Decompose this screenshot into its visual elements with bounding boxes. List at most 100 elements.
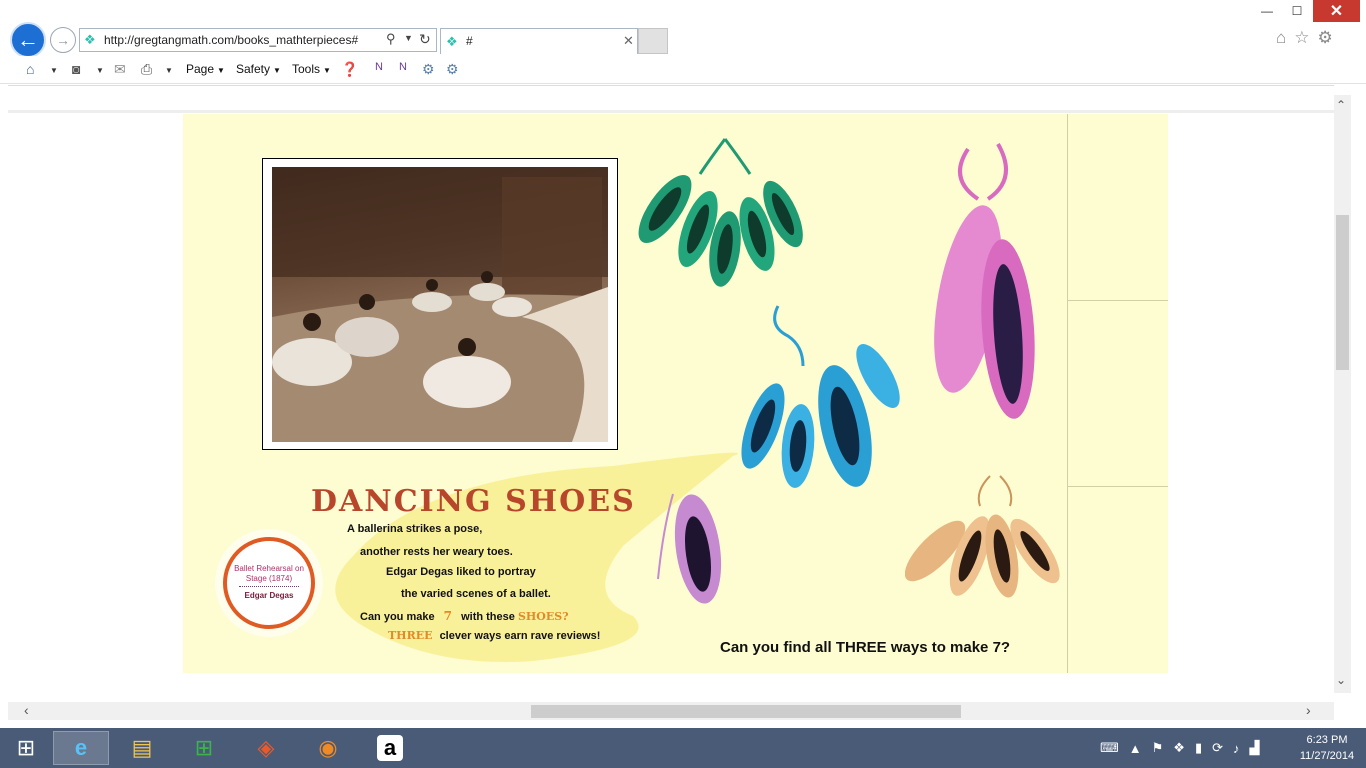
title-bar: — ☐ ✕ ← → ❖ http://gregtangmath.com/book… <box>0 0 1366 58</box>
help-icon[interactable]: ❓ <box>341 61 358 78</box>
scroll-left-icon[interactable]: ‹ <box>24 702 29 718</box>
windows-logo-icon: ⊞ <box>16 735 36 760</box>
home-icon[interactable]: ⌂ <box>26 61 34 77</box>
dropdown-icon[interactable]: ▼ <box>404 33 413 43</box>
signal-icon[interactable]: ▟ <box>1250 740 1260 756</box>
pink-shoes-illustration <box>934 143 1035 419</box>
badge-divider <box>239 586 299 587</box>
site-favicon-icon: ❖ <box>84 32 96 47</box>
page-viewport: DANCING SHOES A ballerina strikes a pose… <box>8 85 1334 702</box>
vertical-scrollbar[interactable] <box>1334 95 1351 693</box>
scroll-down-icon[interactable]: ⌄ <box>1336 673 1346 687</box>
home-icon[interactable]: ⌂ <box>1276 28 1286 48</box>
poem-shoes-word: SHOES? <box>517 610 569 623</box>
new-tab-button[interactable] <box>638 28 668 54</box>
address-url[interactable]: http://gregtangmath.com/books_mathterpie… <box>104 33 358 47</box>
app-icon: ◈ <box>257 735 275 760</box>
back-arrow-icon: ← <box>17 27 39 52</box>
removable-device-icon[interactable]: ▮ <box>1195 740 1202 756</box>
amazon-icon: a <box>376 735 404 761</box>
poem-line-2: another rests her weary toes. <box>360 546 513 558</box>
painting-badge: Ballet Rehearsal on Stage (1874) Edgar D… <box>223 537 315 629</box>
volume-icon[interactable]: ♪ <box>1233 741 1240 756</box>
green-shoes-illustration <box>638 138 803 287</box>
start-button[interactable]: ⊞ <box>4 731 48 765</box>
taskbar-file-explorer[interactable]: ▤ <box>120 731 164 765</box>
keyboard-icon[interactable]: ⌨ <box>1100 740 1119 756</box>
page-menu[interactable]: Page ▼ <box>186 62 225 76</box>
sync-icon[interactable]: ⟳ <box>1212 740 1223 756</box>
tab-favicon-icon: ❖ <box>446 34 458 49</box>
book-spread: DANCING SHOES A ballerina strikes a pose… <box>183 114 1168 673</box>
tab-close-icon[interactable]: ✕ <box>623 33 634 49</box>
close-button[interactable]: ✕ <box>1313 0 1360 22</box>
taskbar-app-1[interactable]: ◈ <box>244 731 288 765</box>
badge-painting-title: Ballet Rehearsal on Stage (1874) <box>234 564 304 583</box>
right-side-panel <box>1067 114 1168 673</box>
taskbar: ⊞ e ▤ ⊞ ◈ ◉ a ⌨ ▲ ⚑ ❖ ▮ ⟳ ♪ ▟ 6:23 PM 11… <box>0 728 1366 768</box>
taskbar-ie[interactable]: e <box>53 731 109 765</box>
header-divider <box>8 110 1334 113</box>
scroll-up-icon[interactable]: ⌃ <box>1336 98 1346 112</box>
favorites-icon[interactable]: ☆ <box>1294 28 1309 48</box>
addon-gear-icon[interactable]: ⚙ <box>422 61 435 78</box>
folder-icon: ▤ <box>131 735 153 760</box>
horizontal-scrollbar[interactable] <box>8 702 1334 720</box>
lilac-shoe-illustration <box>657 493 722 604</box>
command-bar: ⌂ ▼ ◙ ▼ ✉ ⎙ ▼ Page ▼ Safety ▼ Tools ▼ ❓ N N… <box>0 56 1366 84</box>
tab-active[interactable]: ❖ # ✕ <box>440 28 638 54</box>
clock-date: 11/27/2014 <box>1299 750 1355 762</box>
internet-explorer-icon: e <box>74 735 88 760</box>
taskbar-app-2[interactable]: ◉ <box>306 731 350 765</box>
search-icon[interactable]: ⚲ <box>386 31 396 47</box>
print-dropdown-icon[interactable]: ▼ <box>165 66 173 75</box>
onenote-icon[interactable]: N <box>375 61 383 73</box>
poem-line-5: Can you make 7 with these SHOES? <box>360 609 569 623</box>
feeds-dropdown-icon[interactable]: ▼ <box>96 66 104 75</box>
mail-icon[interactable]: ✉ <box>114 61 126 78</box>
badge-artist: Edgar Degas <box>244 591 294 600</box>
back-button[interactable]: ← <box>10 22 46 58</box>
poem-line-6-post: clever ways earn rave reviews! <box>439 630 601 642</box>
clock-time: 6:23 PM <box>1306 734 1348 746</box>
action-center-icon[interactable]: ⚑ <box>1152 740 1164 756</box>
feeds-icon[interactable]: ◙ <box>72 61 80 77</box>
tools-menu[interactable]: Tools ▼ <box>292 62 331 76</box>
show-hidden-icon[interactable]: ▲ <box>1129 741 1142 756</box>
chrome-icons: ⌂ ☆ ⚙ <box>1276 28 1333 48</box>
tab-title: # <box>466 34 473 48</box>
poem-line-1: A ballerina strikes a pose, <box>347 523 483 535</box>
blue-shoes-illustration <box>741 305 900 488</box>
clock[interactable]: 6:23 PM 11/27/2014 <box>1296 732 1358 764</box>
safety-menu[interactable]: Safety ▼ <box>236 62 281 76</box>
network-app-icon[interactable]: ❖ <box>1173 740 1185 756</box>
print-icon[interactable]: ⎙ <box>141 61 152 78</box>
question-text: Can you find all THREE ways to make 7? <box>720 639 1011 656</box>
system-tray: ⌨ ▲ ⚑ ❖ ▮ ⟳ ♪ ▟ <box>1100 728 1260 768</box>
scroll-right-icon[interactable]: › <box>1306 702 1311 718</box>
gear-icon[interactable]: ⚙ <box>1318 28 1333 48</box>
vertical-scroll-thumb[interactable] <box>1336 215 1349 370</box>
painting-art <box>272 167 608 442</box>
poem-line-5-mid: with these <box>461 611 515 623</box>
peach-shoes-illustration <box>905 475 1060 598</box>
minimize-button[interactable]: — <box>1252 0 1282 22</box>
poem-line-3: Edgar Degas liked to portray <box>386 566 536 578</box>
address-bar[interactable]: ❖ http://gregtangmath.com/books_mathterp… <box>79 28 437 52</box>
forward-arrow-icon: → <box>56 32 70 48</box>
onenote-linked-icon[interactable]: N <box>399 61 407 73</box>
page-title: DANCING SHOES <box>311 484 636 519</box>
horizontal-scroll-thumb[interactable] <box>531 705 961 718</box>
refresh-icon[interactable]: ↻ <box>419 31 431 48</box>
poem-line-5-pre: Can you make <box>360 611 435 623</box>
firefox-icon: ◉ <box>318 735 338 760</box>
store-icon: ⊞ <box>194 735 214 760</box>
addon-gear-icon-2[interactable]: ⚙ <box>446 61 459 78</box>
forward-button[interactable]: → <box>50 27 76 53</box>
poem-number: 7 <box>443 609 453 623</box>
taskbar-store[interactable]: ⊞ <box>182 731 226 765</box>
taskbar-amazon[interactable]: a <box>368 731 412 765</box>
maximize-button[interactable]: ☐ <box>1282 0 1312 22</box>
home-dropdown-icon[interactable]: ▼ <box>50 66 58 75</box>
poem-line-6: THREE clever ways earn rave reviews! <box>388 629 600 642</box>
